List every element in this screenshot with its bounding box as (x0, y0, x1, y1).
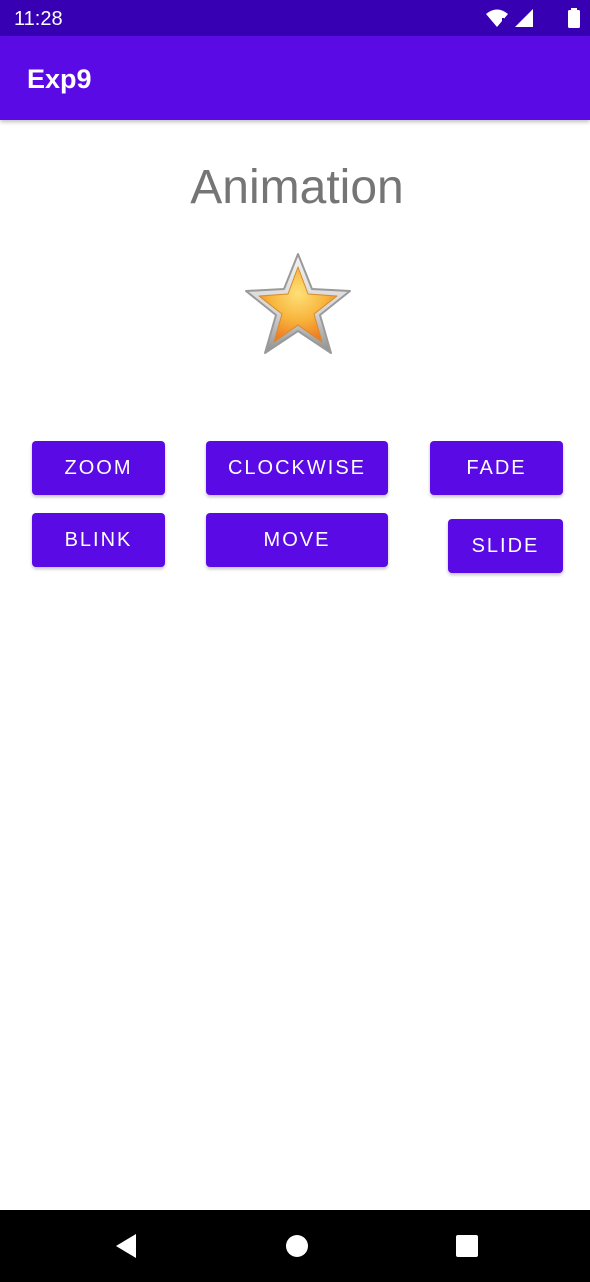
star-icon (245, 253, 351, 354)
recents-button[interactable] (449, 1228, 485, 1264)
page-title: Animation (190, 161, 404, 214)
back-icon (116, 1234, 136, 1258)
blink-button[interactable]: BLINK (32, 513, 165, 567)
move-button[interactable]: MOVE (206, 513, 388, 567)
wifi-icon (486, 9, 508, 27)
zoom-button[interactable]: ZOOM (32, 441, 165, 495)
home-icon (286, 1235, 308, 1257)
fade-button[interactable]: FADE (430, 441, 563, 495)
back-button[interactable] (108, 1228, 144, 1264)
slide-button[interactable]: SLIDE (448, 519, 563, 573)
navigation-bar (0, 1210, 590, 1282)
status-bar: 11:28 (0, 0, 590, 36)
clockwise-button[interactable]: CLOCKWISE (206, 441, 388, 495)
recents-icon (456, 1235, 478, 1257)
signal-icon (515, 9, 533, 27)
status-time: 11:28 (14, 8, 63, 30)
app-bar: Exp9 (0, 36, 590, 120)
home-button[interactable] (279, 1228, 315, 1264)
battery-icon (568, 8, 580, 28)
app-title: Exp9 (27, 64, 92, 94)
